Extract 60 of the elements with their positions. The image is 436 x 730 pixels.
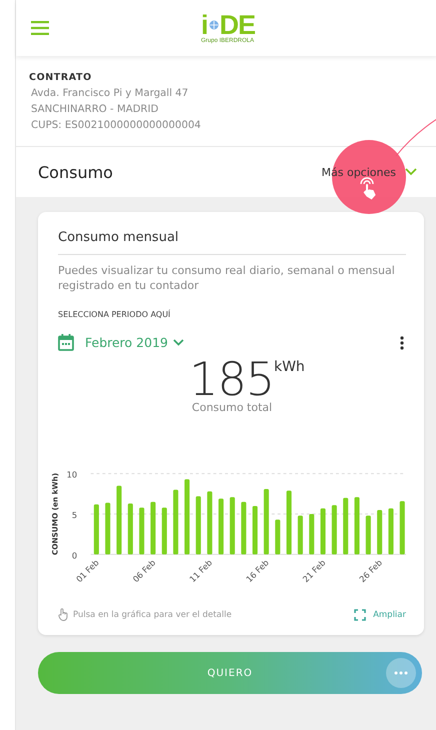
x-tick-label: 26 Feb (357, 558, 384, 584)
bar[interactable] (184, 479, 190, 554)
bar[interactable] (388, 508, 394, 554)
bar[interactable] (400, 501, 405, 554)
x-tick-label: 06 Feb (130, 558, 158, 584)
bar[interactable] (309, 514, 314, 554)
bar[interactable] (150, 502, 156, 554)
y-tick-label: 10 (66, 470, 78, 480)
total-value: 185 (189, 355, 274, 403)
x-tick-label: 11 Feb (187, 558, 214, 584)
quiero-button[interactable]: QUIERO (38, 652, 422, 694)
section-title: Consumo (38, 162, 113, 182)
bar[interactable] (139, 508, 144, 554)
bar[interactable] (196, 496, 201, 554)
x-tick-label: 21 Feb (300, 558, 328, 584)
bar[interactable] (173, 490, 178, 554)
x-tick-label: 01 Feb (74, 558, 101, 584)
bar[interactable] (377, 510, 382, 554)
chevron-down-icon[interactable] (405, 168, 417, 176)
calendar-icon (58, 334, 74, 351)
hint-text: Pulsa en la gráfica para ver el detalle (73, 610, 232, 620)
x-tick-label: 16 Feb (244, 558, 271, 584)
bar[interactable] (252, 506, 258, 554)
card-description: Puedes visualizar tu consumo real diario, semanal o mensual registrado en tu contador (58, 263, 396, 293)
bar[interactable] (286, 490, 292, 554)
contract-line: SANCHINARRO - MADRID (30, 103, 160, 117)
chevron-down-icon[interactable] (172, 339, 184, 346)
bar[interactable] (162, 508, 167, 554)
bar[interactable] (207, 491, 212, 554)
bar[interactable] (275, 520, 280, 554)
more-vertical-icon[interactable] (400, 336, 404, 350)
expand-icon[interactable] (354, 608, 366, 620)
total-unit: kWh (274, 359, 305, 375)
hand-icon (58, 608, 69, 621)
bar[interactable] (218, 498, 224, 554)
bar[interactable] (241, 502, 246, 554)
bar[interactable] (332, 505, 337, 554)
y-tick-label: 5 (72, 510, 78, 520)
contract-line: Avda. Francisco Pi y Margall 47 (30, 87, 190, 101)
menu-icon[interactable] (31, 21, 49, 35)
bar[interactable] (366, 516, 371, 554)
total-label: Consumo total (192, 401, 272, 414)
period-label: SELECCIONA PERIODO AQUÍ (58, 310, 172, 319)
bar[interactable] (343, 498, 348, 554)
more-options-icon[interactable] (386, 658, 416, 688)
bar[interactable] (298, 516, 303, 554)
bar[interactable] (105, 502, 110, 554)
bar[interactable] (230, 497, 235, 554)
bar[interactable] (354, 497, 360, 554)
y-tick-label: 0 (72, 550, 78, 560)
period-selector[interactable]: Febrero 2019 (85, 335, 184, 350)
bar[interactable] (264, 489, 269, 554)
bar[interactable] (128, 504, 133, 554)
expand-link[interactable]: Ampliar (354, 608, 406, 620)
contract-line: CUPS: ES0021000000000000004 (30, 119, 202, 133)
contract-title: CONTRATO (29, 72, 93, 83)
bar[interactable] (94, 504, 99, 554)
bar[interactable] (116, 486, 122, 554)
card-title: Consumo mensual (58, 230, 406, 255)
bar[interactable] (320, 508, 326, 554)
